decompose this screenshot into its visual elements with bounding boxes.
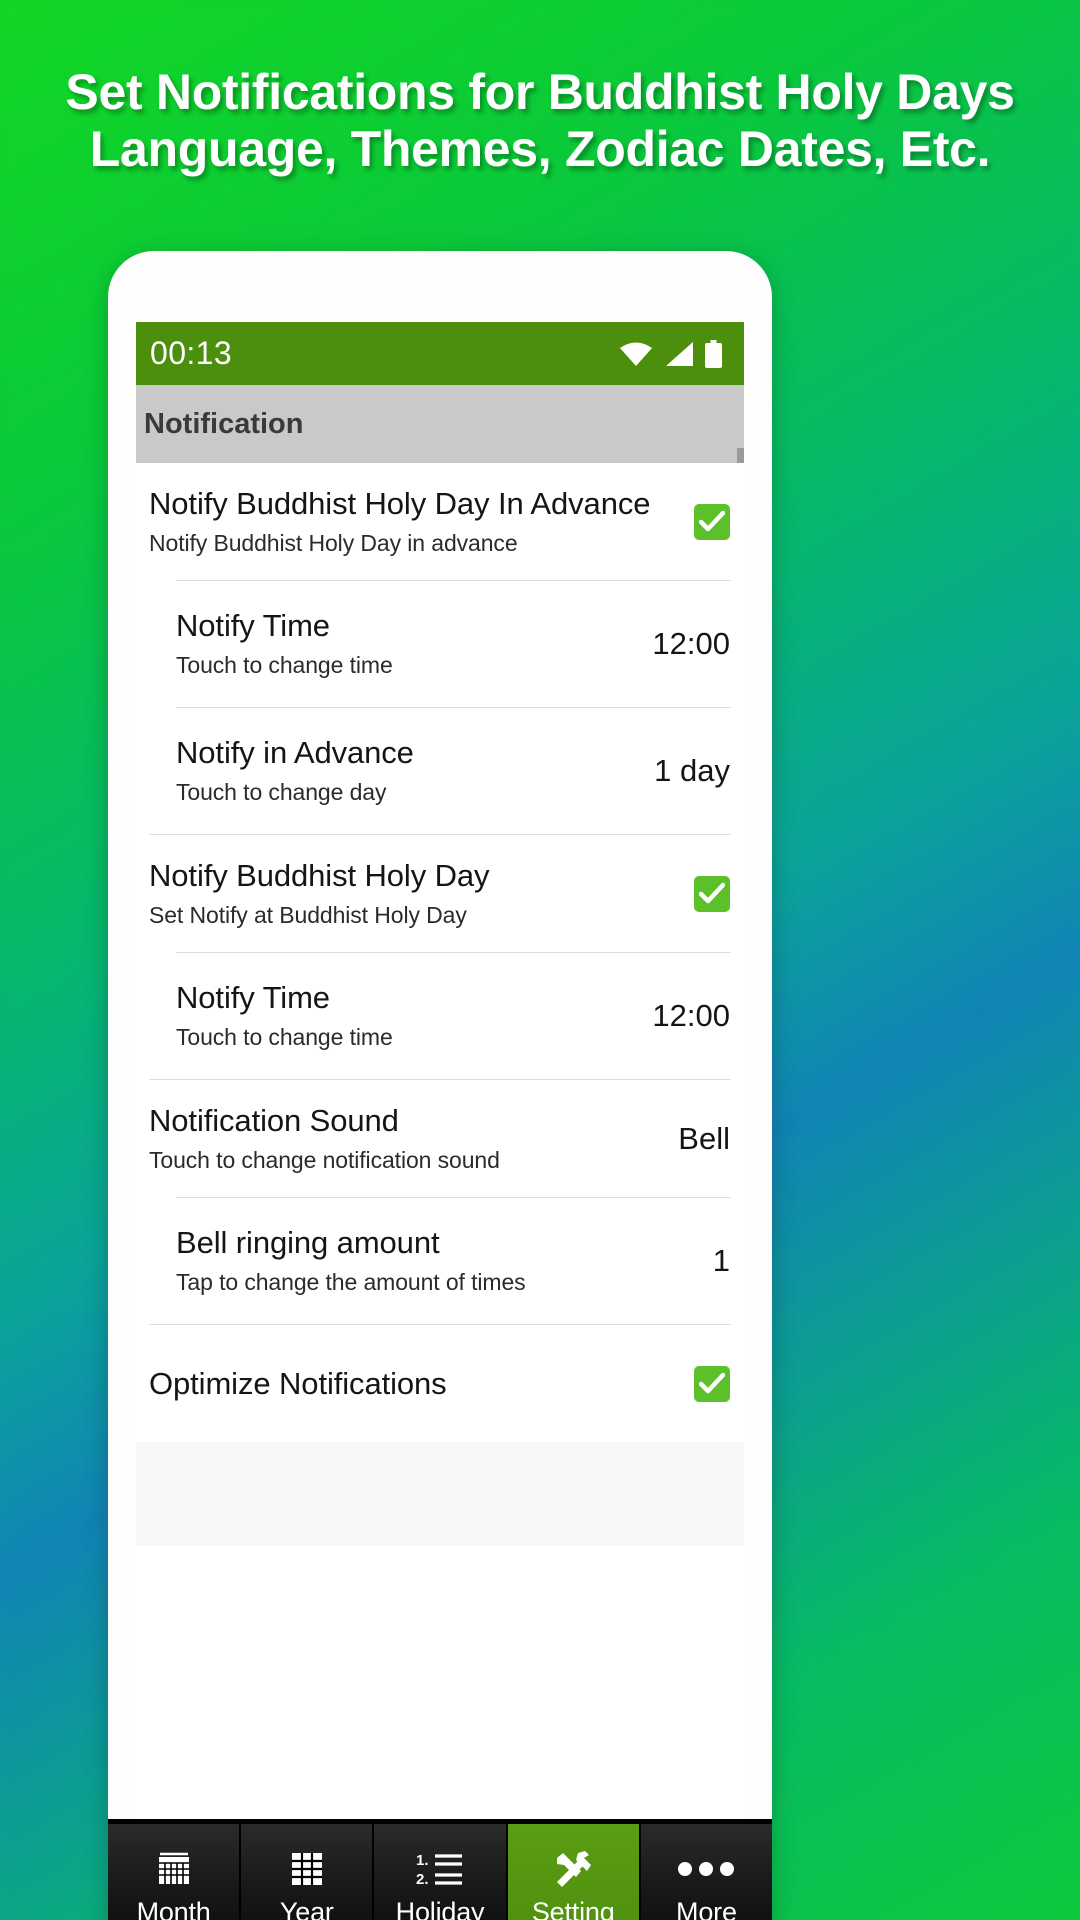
- settings-row-checkbox[interactable]: [694, 1365, 730, 1402]
- settings-row-title: Notify Buddhist Holy Day In Advance: [149, 485, 651, 521]
- settings-row-subtitle: Tap to change the amount of times: [176, 1269, 526, 1296]
- nav-tab-setting[interactable]: Setting: [507, 1824, 639, 1920]
- nav-tab-label: Month: [136, 1896, 211, 1920]
- settings-row-texts: Bell ringing amount Tap to change the amo…: [176, 1225, 699, 1297]
- nav-tab-more[interactable]: More: [640, 1824, 772, 1920]
- settings-row[interactable]: Notify Buddhist Holy Day Set Notify at Bu…: [136, 835, 744, 952]
- settings-row-texts: Notification Sound Touch to change notifi…: [149, 1103, 664, 1175]
- settings-row-texts: Optimize Notifications: [149, 1366, 680, 1402]
- nav-tab-holiday[interactable]: 1. 2. Holiday: [374, 1824, 506, 1920]
- promo-headline-line-2: Language, Themes, Zodiac Dates, Etc.: [89, 121, 991, 177]
- settings-row-value: Bell: [678, 1120, 730, 1156]
- settings-row-subtitle: Touch to change day: [176, 779, 387, 806]
- settings-row-title: Notify Buddhist Holy Day: [149, 857, 490, 893]
- settings-row-title: Notify in Advance: [176, 735, 414, 771]
- settings-row[interactable]: Optimize Notifications: [136, 1325, 744, 1442]
- settings-row-title: Bell ringing amount: [176, 1225, 440, 1261]
- settings-row-value: 12:00: [652, 626, 730, 661]
- status-bar: 00:13: [136, 322, 744, 385]
- settings-row-title: Notification Sound: [149, 1102, 399, 1138]
- settings-list: Notify Buddhist Holy Day In Advance Notif…: [136, 463, 744, 1442]
- settings-row-subtitle: Touch to change time: [176, 1024, 393, 1051]
- nav-tab-label: Holiday: [395, 1896, 485, 1920]
- phone-screen: 00:13 Notification Notify Buddhist Holy …: [136, 322, 744, 1920]
- settings-row-title: Optimize Notifications: [149, 1365, 447, 1401]
- settings-row-title: Notify Time: [176, 980, 330, 1016]
- settings-row-texts: Notify Time Touch to change time: [176, 980, 638, 1052]
- settings-row[interactable]: Notification Sound Touch to change notifi…: [136, 1080, 744, 1197]
- settings-row[interactable]: Notify Buddhist Holy Day In Advance Notif…: [136, 463, 744, 580]
- settings-row-value: 1: [712, 1243, 730, 1278]
- nav-tab-label: Year: [279, 1896, 334, 1920]
- settings-row-value: 12:00: [652, 998, 730, 1033]
- screen-title-bar: Notification: [136, 385, 744, 463]
- settings-row-subtitle: Touch to change time: [176, 652, 393, 679]
- settings-row-texts: Notify Time Touch to change time: [176, 608, 638, 680]
- nav-tab-label: Setting: [531, 1896, 615, 1920]
- tools-icon: [551, 1848, 595, 1890]
- phone-mockup: 00:13 Notification Notify Buddhist Holy …: [108, 251, 772, 1920]
- calendar-icon: [154, 1848, 194, 1890]
- settings-row-value: 1 day: [654, 753, 730, 788]
- signal-icon: [666, 341, 693, 366]
- list-bottom-spacer: [136, 1442, 744, 1546]
- nav-tab-label: More: [676, 1896, 737, 1920]
- svg-text:1.: 1.: [416, 1852, 429, 1869]
- grid-icon: [290, 1848, 324, 1890]
- nav-tab-year[interactable]: Year: [241, 1824, 373, 1920]
- status-bar-clock: 00:13: [150, 335, 233, 371]
- settings-row-subtitle: Notify Buddhist Holy Day in advance: [149, 529, 518, 556]
- settings-row[interactable]: Notify Time Touch to change time 12:00: [136, 953, 744, 1079]
- promo-headline-line-1: Set Notifications for Buddhist Holy Days: [65, 64, 1015, 120]
- bottom-navigation-bar: Month Year 1. 2. Holiday Setting More: [108, 1819, 772, 1920]
- numbered-list-icon: 1. 2.: [416, 1848, 464, 1890]
- wifi-icon: [620, 342, 652, 366]
- settings-row[interactable]: Bell ringing amount Tap to change the amo…: [136, 1198, 744, 1324]
- settings-row[interactable]: Notify Time Touch to change time 12:00: [136, 581, 744, 707]
- settings-row-texts: Notify Buddhist Holy Day Set Notify at Bu…: [149, 858, 680, 930]
- status-bar-icons: [619, 339, 722, 368]
- settings-row[interactable]: Notify in Advance Touch to change day 1 da…: [136, 708, 744, 834]
- settings-row-title: Notify Time: [176, 608, 330, 644]
- page-title: Notification: [144, 407, 304, 440]
- nav-tab-month[interactable]: Month: [108, 1824, 240, 1920]
- battery-icon: [705, 339, 722, 368]
- settings-row-checkbox[interactable]: [694, 875, 730, 912]
- promo-headline: Set Notifications for Buddhist Holy Days…: [0, 64, 1080, 178]
- settings-row-subtitle: Set Notify at Buddhist Holy Day: [149, 901, 467, 928]
- settings-row-subtitle: Touch to change notification sound: [149, 1146, 500, 1173]
- settings-row-checkbox[interactable]: [694, 503, 730, 540]
- settings-row-texts: Notify in Advance Touch to change day: [176, 735, 640, 807]
- ellipsis-icon: [678, 1848, 735, 1890]
- svg-text:2.: 2.: [416, 1871, 429, 1888]
- settings-row-texts: Notify Buddhist Holy Day In Advance Notif…: [149, 486, 680, 558]
